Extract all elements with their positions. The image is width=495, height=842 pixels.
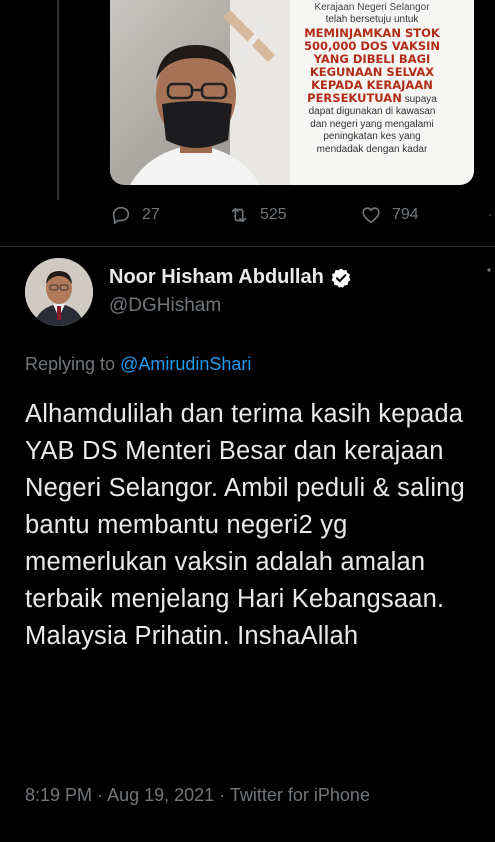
verified-badge-icon: [331, 267, 351, 288]
image-top-text: Kerajaan Negeri Selangor: [314, 2, 430, 13]
image-text-1: telah bersetuju untuk: [325, 14, 419, 25]
author-handle[interactable]: @DGHisham: [109, 295, 221, 317]
image-rest-line: dan negeri yang mengalami: [310, 118, 434, 130]
replying-prefix: Replying to: [25, 354, 121, 374]
reply-button[interactable]: 27: [110, 204, 160, 226]
like-button[interactable]: 794: [360, 204, 419, 226]
tweet-actions-bar: 27 525 794: [110, 200, 495, 230]
replying-to: Replying to @AmirudinShari: [25, 354, 251, 375]
image-headline-line: MEMINJAMKAN STOK: [304, 25, 440, 40]
image-rest-line: dapat digunakan di kawasan: [308, 106, 436, 117]
image-rest-line: peningkatan kes yang: [323, 131, 421, 142]
tweet-meta: 8:19 PM · Aug 19, 2021 · Twitter for iPh…: [25, 785, 370, 806]
image-caption: Kerajaan Negeri Selangor telah bersetuju…: [278, 0, 466, 185]
share-button[interactable]: [488, 204, 495, 226]
tweet-text: Alhamdulilah dan terima kasih kepada YAB…: [25, 400, 465, 650]
tweet-source[interactable]: Twitter for iPhone: [230, 785, 370, 805]
reply-icon: [112, 206, 130, 225]
image-headline-last: PERSEKUTUAN: [307, 90, 402, 105]
like-icon: [362, 207, 380, 224]
image-headline-line: 500,000 DOS VAKSIN: [303, 38, 441, 53]
image-rest-line: mendadak dengan kadar: [316, 143, 428, 155]
meta-separator: ·: [97, 785, 104, 805]
image-text-after: supaya: [401, 93, 437, 105]
more-icon[interactable]: [487, 268, 491, 291]
thread-connector-line: [57, 0, 59, 200]
image-headline-line: KEGUNAAN SELVAX: [309, 64, 435, 79]
like-count: 794: [392, 206, 419, 223]
author-name[interactable]: Noor Hisham Abdullah: [109, 266, 352, 289]
tweet-time[interactable]: 8:19 PM: [25, 785, 92, 805]
person-photo: [110, 0, 290, 185]
retweet-button[interactable]: 525: [228, 204, 287, 226]
divider: [0, 246, 495, 247]
tweet-date[interactable]: Aug 19, 2021: [107, 785, 214, 805]
reply-count: 27: [142, 206, 160, 223]
meta-separator: ·: [219, 785, 226, 805]
replying-to-mention[interactable]: @AmirudinShari: [120, 354, 251, 374]
retweet-icon: [231, 207, 247, 223]
avatar-photo: [25, 258, 93, 326]
avatar[interactable]: [25, 258, 93, 326]
author-name-text: Noor Hisham Abdullah: [109, 266, 324, 288]
previous-tweet-image[interactable]: Kerajaan Negeri Selangor telah bersetuju…: [110, 0, 474, 185]
image-headline-line: YANG DIBELI BAGI: [313, 51, 431, 66]
retweet-count: 525: [260, 206, 287, 223]
share-icon: [489, 214, 491, 216]
